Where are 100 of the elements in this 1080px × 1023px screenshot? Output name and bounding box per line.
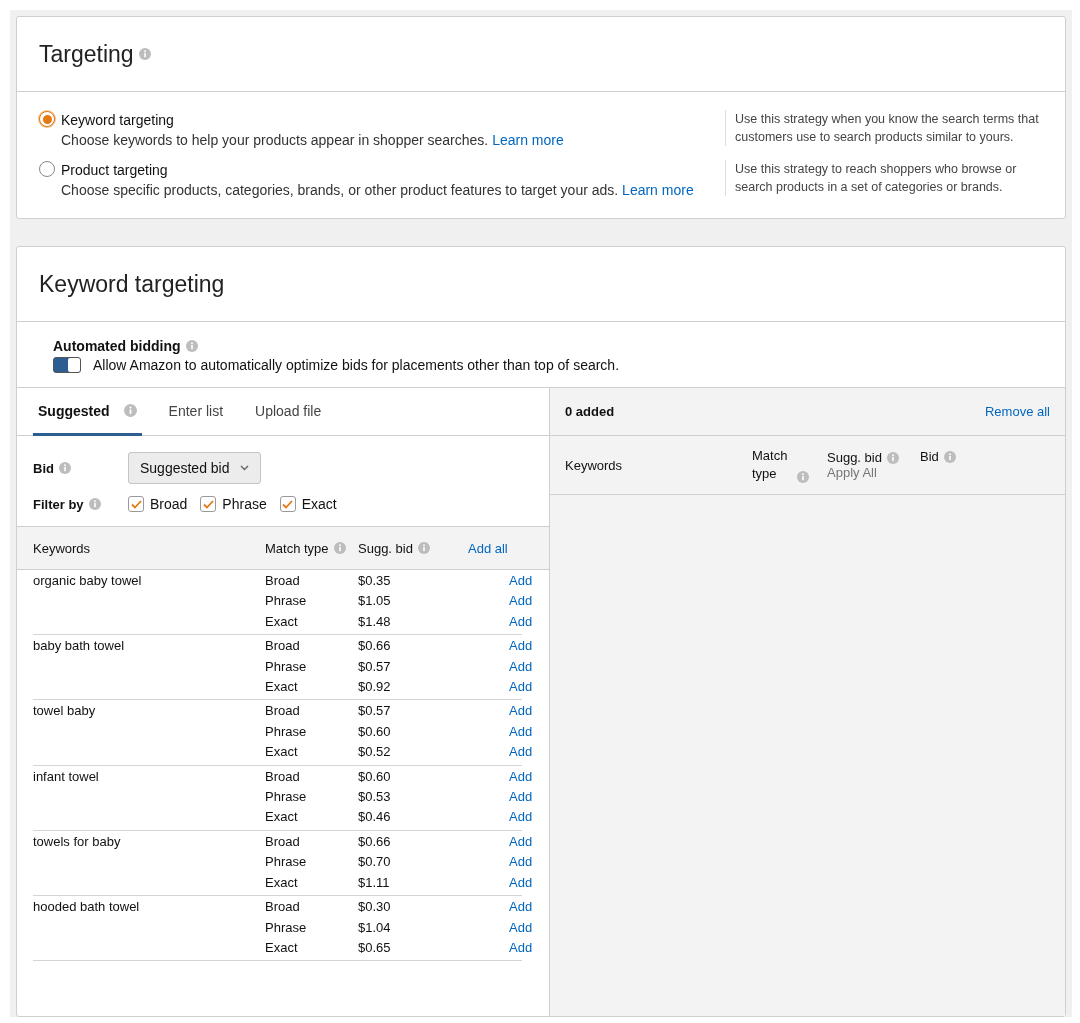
add-link[interactable]: Add: [509, 833, 533, 849]
add-link[interactable]: Add: [509, 593, 533, 609]
section-label: Automated bidding: [53, 338, 181, 354]
radio-button[interactable]: [39, 111, 55, 127]
match-type-cell-text: Phrase: [265, 918, 308, 937]
option-description: Choose specific products, categories, brands, or other product features to target your ads. Learn more: [61, 181, 694, 200]
match-type-cell-text: Exact: [265, 938, 299, 957]
info-icon[interactable]: [123, 404, 137, 417]
add-link[interactable]: Add: [509, 723, 533, 739]
match-type-cell-text: Exact: [265, 873, 299, 892]
column-header: Match type: [752, 447, 789, 483]
match-type-cell-text: Exact: [265, 743, 299, 762]
bid-cell-text: $0.65: [358, 938, 392, 957]
bid-cell-text: $0.53: [358, 788, 392, 807]
checkbox-label: Broad: [150, 496, 188, 512]
column-header: Bid: [920, 449, 939, 464]
field-label: Bid: [33, 460, 54, 476]
match-type-cell-text: Phrase: [265, 722, 308, 741]
bid-cell-text: $1.05: [358, 592, 392, 611]
match-type-cell-text: Phrase: [265, 657, 308, 676]
bid-cell-text: $0.30: [358, 898, 392, 917]
add-link[interactable]: Add: [509, 658, 533, 674]
bid-cell-text: $1.48: [358, 612, 392, 631]
match-type-cell-text: Broad: [265, 702, 301, 721]
strategy-hint: Use this strategy to reach shoppers who browse or search products in a set of categories or brands.: [725, 160, 1043, 196]
column-header: Keywords: [565, 457, 623, 473]
bid-cell-text: $1.11: [358, 873, 391, 892]
field-label: Filter by: [33, 496, 84, 512]
match-type-cell-text: Phrase: [265, 788, 308, 807]
add-link[interactable]: Add: [509, 854, 533, 870]
bid-cell-text: $0.57: [358, 657, 392, 676]
info-icon[interactable]: [886, 451, 899, 464]
info-icon[interactable]: [88, 498, 101, 510]
checkbox[interactable]: [200, 496, 217, 512]
match-type-cell-text: Broad: [265, 898, 301, 917]
add-link[interactable]: Add: [509, 703, 533, 719]
bid-cell-text: $0.35: [358, 572, 392, 590]
radio-button[interactable]: [39, 161, 55, 177]
info-icon[interactable]: [138, 48, 151, 60]
bid-cell-text: $0.66: [358, 832, 392, 851]
add-all-link[interactable]: Add all: [468, 540, 508, 556]
keyword-cell-text: hooded bath towel: [33, 898, 141, 917]
add-link[interactable]: Add: [509, 899, 533, 915]
add-link[interactable]: Add: [509, 638, 533, 654]
bid-cell-text: $0.60: [358, 722, 392, 741]
bid-cell-text: $0.57: [358, 702, 392, 721]
add-link[interactable]: Add: [509, 874, 533, 890]
add-link[interactable]: Add: [509, 919, 533, 935]
add-link[interactable]: Add: [509, 744, 533, 760]
match-type-cell-text: Phrase: [265, 592, 308, 611]
remove-all-link[interactable]: Remove all: [984, 404, 1050, 419]
apply-all-link[interactable]: Apply All: [827, 465, 920, 480]
info-icon[interactable]: [417, 542, 430, 554]
toggle-switch[interactable]: [53, 357, 81, 373]
match-type-cell-text: Exact: [265, 678, 299, 697]
tab[interactable]: Upload file: [250, 388, 327, 436]
option-label: Keyword targeting: [61, 111, 175, 130]
added-count: 0 added: [565, 404, 615, 419]
info-icon[interactable]: [797, 471, 809, 483]
checkbox[interactable]: [279, 496, 296, 512]
match-type-cell-text: Broad: [265, 637, 301, 656]
checkbox[interactable]: [128, 496, 144, 512]
bid-dropdown[interactable]: Suggested bid: [128, 452, 261, 484]
checkbox-label: Exact: [301, 496, 337, 512]
column-header: Match type: [265, 540, 329, 556]
keyword-cell-text: infant towel: [33, 767, 100, 786]
add-link[interactable]: Add: [509, 939, 533, 955]
checkbox-label: Phrase: [222, 496, 267, 512]
bid-cell-text: $0.92: [358, 678, 392, 697]
option-label: Product targeting: [61, 161, 169, 180]
add-link[interactable]: Add: [509, 768, 533, 784]
column-header: Keywords: [33, 540, 91, 556]
info-icon[interactable]: [185, 340, 198, 352]
strategy-hint: Use this strategy when you know the search terms that customers use to search products similar to yours.: [725, 110, 1043, 146]
add-link[interactable]: Add: [509, 679, 533, 695]
keyword-cell-text: baby bath towel: [33, 637, 126, 656]
bid-cell-text: $0.46: [358, 808, 392, 827]
bid-cell-text: $0.52: [358, 743, 392, 762]
tab[interactable]: Suggested: [33, 388, 142, 436]
info-icon[interactable]: [943, 450, 956, 463]
tab[interactable]: Enter list: [163, 388, 229, 436]
learn-more-link[interactable]: Learn more: [492, 132, 564, 148]
add-link[interactable]: Add: [509, 573, 533, 588]
bid-cell-text: $1.04: [358, 918, 392, 937]
match-type-cell-text: Phrase: [265, 853, 308, 872]
keyword-cell-text: organic baby towel: [33, 572, 143, 590]
add-link[interactable]: Add: [509, 809, 533, 825]
toggle-label: Allow Amazon to automatically optimize bids for placements other than top of search.: [93, 357, 620, 373]
learn-more-link[interactable]: Learn more: [622, 182, 694, 198]
info-icon[interactable]: [58, 462, 71, 474]
bid-cell-text: $0.70: [358, 853, 392, 872]
match-type-cell-text: Broad: [265, 832, 301, 851]
card-title: Keyword targeting: [39, 270, 225, 298]
keyword-cell-text: towel baby: [33, 702, 97, 721]
option-description: Choose keywords to help your products appear in shopper searches. Learn more: [61, 131, 564, 150]
chevron-down-icon: [239, 465, 249, 471]
keyword-cell-text: towels for baby: [33, 832, 122, 851]
add-link[interactable]: Add: [509, 789, 533, 805]
info-icon[interactable]: [333, 542, 346, 554]
add-link[interactable]: Add: [509, 613, 533, 629]
